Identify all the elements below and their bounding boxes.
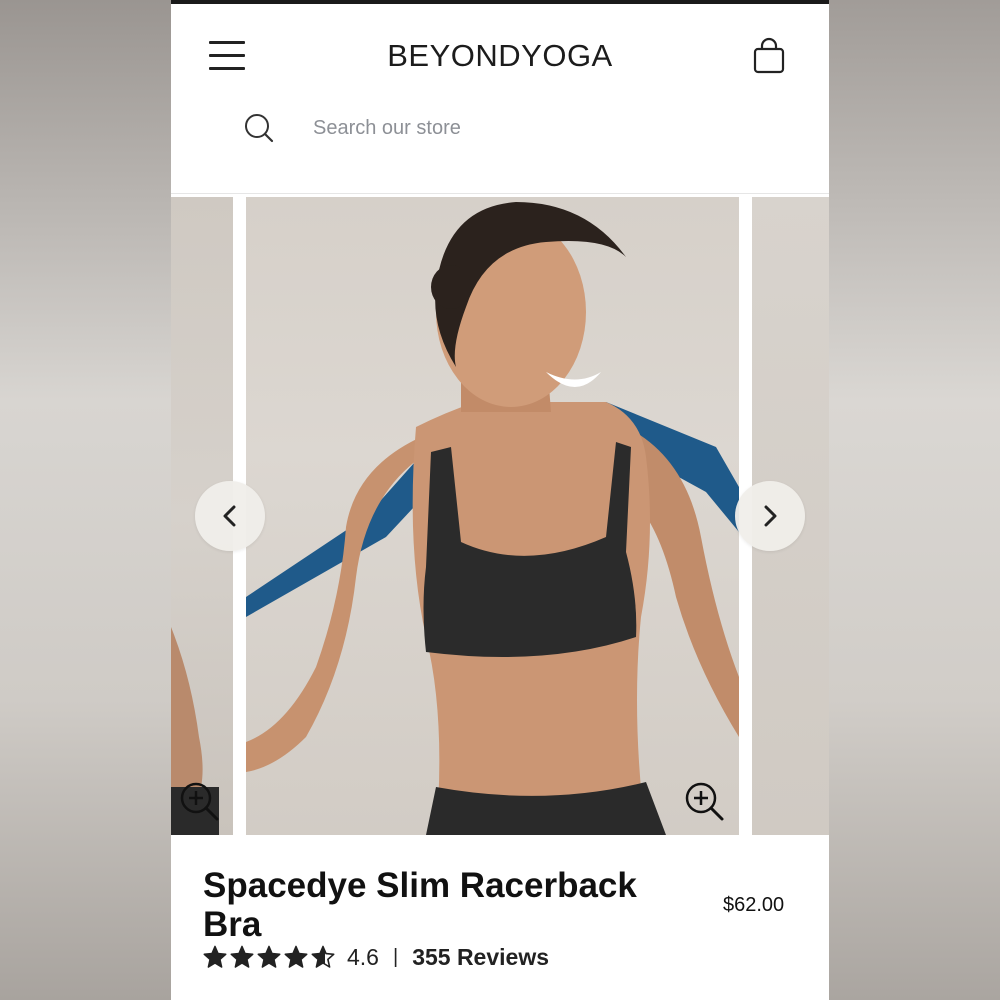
search-bar: [241, 104, 781, 154]
star-icon: [230, 945, 254, 968]
logo-secondary: YOGA: [521, 38, 613, 73]
star-icon: [284, 945, 308, 968]
search-icon[interactable]: [243, 112, 275, 144]
gallery-next-button[interactable]: [735, 481, 805, 551]
product-rating: 4.6 | 355 Reviews: [203, 942, 549, 972]
product-gallery: [171, 195, 829, 835]
backdrop-right: [829, 0, 1000, 1000]
star-icon: [203, 945, 227, 968]
product-title: Spacedye Slim Racerback Bra: [203, 866, 637, 944]
rating-value: 4.6: [347, 943, 379, 970]
search-input[interactable]: [313, 110, 753, 146]
phone-screen: BEYONDYOGA Search our store Spacedye Sli…: [171, 0, 829, 1000]
rating-stars: [203, 945, 335, 969]
star-icon: [311, 945, 335, 968]
brand-logo[interactable]: BEYONDYOGA: [171, 38, 829, 74]
zoom-in-icon[interactable]: [683, 780, 725, 822]
rating-separator: |: [392, 945, 399, 968]
gallery-slide-main[interactable]: [246, 197, 739, 835]
chevron-left-icon: [223, 505, 236, 527]
shopping-bag-icon: [753, 37, 785, 74]
zoom-in-icon[interactable]: [178, 780, 220, 822]
backdrop-left: [0, 0, 171, 1000]
product-info: Spacedye Slim Racerback Bra $62.00 4.6 |…: [171, 836, 829, 1000]
product-price: $62.00: [723, 894, 785, 916]
star-icon: [257, 945, 281, 968]
reviews-link[interactable]: 355 Reviews: [412, 944, 549, 971]
logo-primary: BEYOND: [387, 38, 522, 73]
site-header: BEYONDYOGA: [171, 4, 829, 194]
gallery-prev-button[interactable]: [195, 481, 265, 551]
model-photo: [246, 202, 739, 835]
cart-button[interactable]: [751, 36, 787, 76]
chevron-right-icon: [764, 505, 777, 527]
